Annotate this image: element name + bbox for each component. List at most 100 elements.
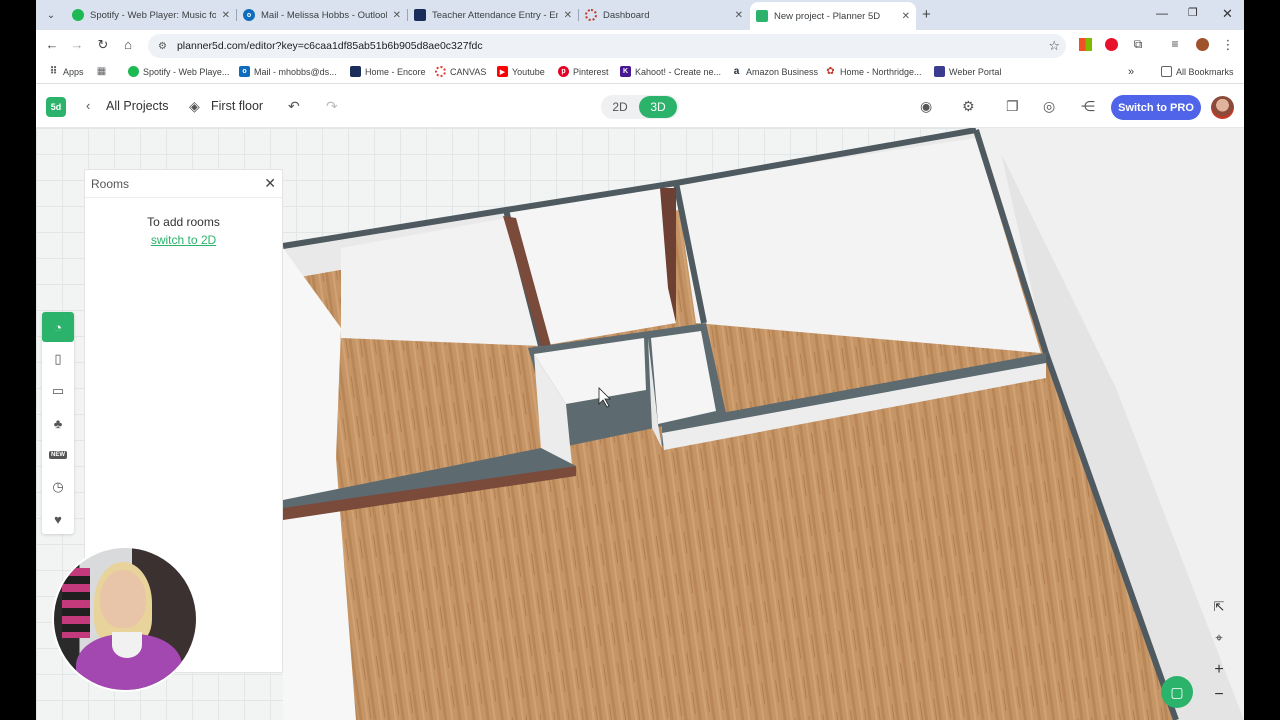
media-icon[interactable]: ≡ (1166, 37, 1184, 51)
address-bar[interactable]: ⚙ planner5d.com/editor?key=c6caa1df85ab5… (148, 34, 1066, 58)
minimize-button[interactable]: — (1156, 6, 1168, 20)
planner5d-logo[interactable]: 5d (46, 97, 66, 117)
zoom-out-button[interactable]: − (1208, 684, 1230, 706)
reload-button[interactable]: ↻ (94, 37, 112, 53)
northridge-icon: ✿ (826, 66, 835, 77)
layers-icon[interactable]: ◈ (189, 98, 200, 115)
mode-2d-button[interactable]: 2D (601, 100, 639, 114)
heart-icon: ♥ (54, 511, 62, 527)
all-bookmarks[interactable]: All Bookmarks (1161, 66, 1234, 77)
maximize-button[interactable]: ❐ (1188, 6, 1198, 19)
close-icon[interactable]: ✕ (564, 10, 572, 21)
planner5d-icon (756, 10, 768, 22)
all-projects-link[interactable]: All Projects (106, 99, 169, 113)
close-icon[interactable]: ✕ (393, 10, 401, 21)
bookmark-canvas[interactable]: CANVAS (435, 66, 486, 77)
tool-doors[interactable]: ▯ (42, 344, 74, 374)
switch-to-pro-button[interactable]: Switch to PRO (1111, 95, 1201, 120)
copy-icon[interactable]: ❐ (1006, 98, 1019, 115)
kahoot-icon: K (620, 66, 631, 77)
tab-attendance[interactable]: Teacher Attendance Entry - Enc ✕ (408, 4, 578, 26)
bookmark-mail[interactable]: o Mail - mhobbs@ds... (239, 66, 337, 77)
menu-icon[interactable]: ⋮ (1219, 37, 1237, 53)
tool-favorites[interactable]: ♥ (42, 504, 74, 534)
site-info-icon[interactable]: ⚙ (158, 41, 167, 52)
chat-icon: ▢ (1170, 683, 1184, 700)
bookmark-apps[interactable]: ⠿ Apps (48, 66, 84, 77)
extensions-icon[interactable]: ⧉ (1129, 37, 1147, 52)
tool-build[interactable]: ◔ (42, 312, 74, 342)
bookmark-kahoot[interactable]: K Kahoot! - Create ne... (620, 66, 721, 77)
more-bookmarks-icon[interactable]: » (1128, 66, 1134, 78)
close-icon[interactable]: ✕ (222, 10, 230, 21)
tab-title: New project - Planner 5D (774, 10, 881, 22)
bookmark-spotify[interactable]: Spotify - Web Playe... (128, 66, 229, 77)
new-tab-button[interactable]: + (922, 6, 931, 23)
bookmark-amazon[interactable]: a Amazon Business (731, 66, 818, 77)
browser-window: ⌄ Spotify - Web Player: Music for ✕ o Ma… (36, 0, 1244, 720)
external-link-icon[interactable]: ⇱ (1208, 596, 1230, 618)
tab-title: Dashboard (603, 9, 650, 21)
chevron-left-icon[interactable]: ‹ (86, 98, 90, 113)
encore-icon (414, 9, 426, 21)
tab-title: Mail - Melissa Hobbs - Outlook (261, 9, 387, 21)
bookmark-encore[interactable]: Home - Encore (350, 66, 426, 77)
bookmark-star-icon[interactable]: ☆ (1048, 38, 1060, 54)
camera-icon[interactable]: ◉ (920, 98, 932, 115)
pinterest-icon: p (558, 66, 569, 77)
chat-support-button[interactable]: ▢ (1161, 676, 1193, 708)
tab-title: Spotify - Web Player: Music for (90, 9, 216, 21)
tab-outlook[interactable]: o Mail - Melissa Hobbs - Outlook ✕ (237, 4, 407, 26)
ai-icon[interactable]: ◎ (1043, 98, 1055, 115)
encore-icon (350, 66, 361, 77)
home-button[interactable]: ⌂ (119, 37, 137, 52)
pie-icon: ◔ (54, 319, 62, 335)
tool-furniture[interactable]: ▭ (42, 376, 74, 406)
rooms-message: To add rooms (147, 215, 220, 229)
bookmark-northridge[interactable]: ✿ Home - Northridge... (825, 66, 921, 77)
spotify-icon (72, 9, 84, 21)
canvas-icon (435, 66, 446, 77)
locate-icon[interactable]: ⌖ (1208, 627, 1230, 649)
back-button[interactable]: ← (43, 37, 61, 52)
floor-selector[interactable]: First floor (211, 99, 263, 113)
tab-strip: ⌄ Spotify - Web Player: Music for ✕ o Ma… (36, 0, 1244, 30)
opera-icon[interactable] (1105, 38, 1118, 51)
tab-search-icon[interactable]: ⌄ (42, 6, 60, 24)
folder-icon (1161, 66, 1172, 77)
tab-dashboard[interactable]: Dashboard ✕ (579, 4, 749, 26)
bookmark-grid[interactable]: ▦ (96, 66, 111, 77)
spotify-icon (128, 66, 139, 77)
profile-avatar[interactable] (1196, 38, 1209, 51)
bookmark-youtube[interactable]: ▶ Youtube (497, 66, 545, 77)
forward-button[interactable]: → (68, 37, 86, 52)
apps-grid-icon: ⠿ (49, 66, 58, 77)
tool-plants[interactable]: ♣ (42, 408, 74, 438)
undo-icon[interactable]: ↶ (288, 98, 300, 115)
bookmark-weber[interactable]: Weber Portal (934, 66, 1001, 77)
view-mode-toggle: 2D 3D (601, 95, 679, 119)
browser-toolbar: ← → ↻ ⌂ ⚙ planner5d.com/editor?key=c6caa… (36, 30, 1244, 61)
left-toolbar: ◔ ▯ ▭ ♣ NEW ◷ ♥ (42, 312, 74, 534)
tool-history[interactable]: ◷ (42, 472, 74, 502)
webcam-overlay (52, 546, 198, 692)
gear-icon[interactable]: ⚙ (962, 98, 975, 115)
avatar[interactable] (1211, 96, 1234, 119)
tree-icon: ♣ (53, 415, 63, 431)
microsoft-icon[interactable] (1079, 38, 1092, 51)
close-icon[interactable]: ✕ (264, 175, 276, 192)
close-icon[interactable]: ✕ (735, 10, 743, 21)
switch-to-2d-link[interactable]: switch to 2D (85, 233, 282, 247)
close-icon[interactable]: ✕ (902, 11, 910, 22)
bookmark-pinterest[interactable]: p Pinterest (558, 66, 609, 77)
zoom-in-button[interactable]: + (1208, 659, 1230, 681)
tool-new[interactable]: NEW (42, 440, 74, 470)
share-icon[interactable]: ⋲ (1081, 98, 1095, 115)
close-window-button[interactable]: ✕ (1222, 6, 1233, 22)
door-icon: ▯ (54, 351, 62, 366)
tab-planner5d[interactable]: New project - Planner 5D ✕ (750, 2, 916, 30)
tab-spotify[interactable]: Spotify - Web Player: Music for ✕ (66, 4, 236, 26)
amazon-icon: a (733, 66, 740, 77)
redo-icon[interactable]: ↷ (326, 98, 338, 115)
mode-3d-button[interactable]: 3D (639, 96, 677, 118)
